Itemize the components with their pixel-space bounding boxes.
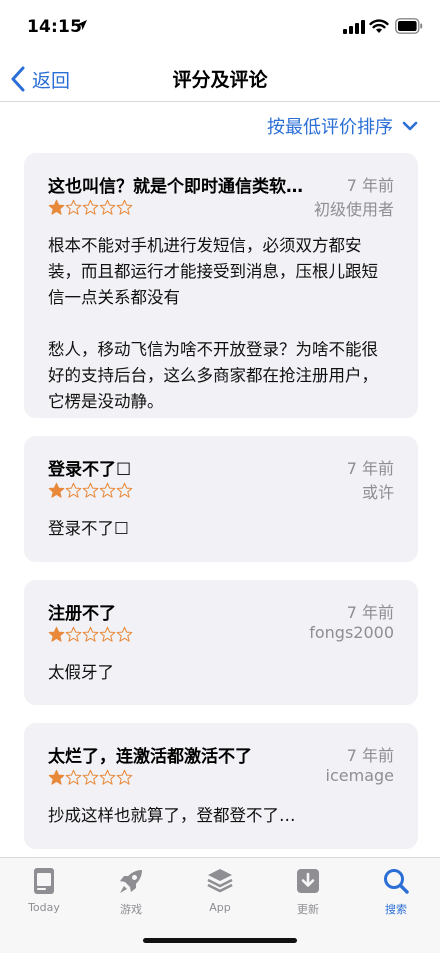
home-indicator[interactable] (143, 938, 297, 943)
star-empty-icon (65, 769, 82, 785)
review-date: 7 年前 (346, 603, 394, 622)
rocket-icon (120, 870, 142, 893)
review-title: 注册不了 (48, 604, 116, 624)
review-author: 初级使用者 (313, 200, 394, 219)
chevron-down-icon (402, 121, 418, 131)
sort-label: 按最低评价排序 (267, 117, 393, 138)
layers-icon (207, 869, 233, 893)
tab-apps[interactable]: App (188, 866, 252, 914)
today-icon (34, 868, 54, 894)
star-filled-icon (48, 626, 65, 642)
battery-icon (395, 18, 423, 34)
star-empty-icon (99, 769, 116, 785)
review-card[interactable]: 这也叫信？就是个即时通信类软… 7 年前 初级使用者 根本不能对手机进行发短信，… (24, 153, 418, 418)
star-rating (48, 199, 133, 216)
star-empty-icon (65, 482, 82, 498)
review-card[interactable]: 太烂了，连激活都激活不了 7 年前 icemage 抄成这样也就算了，登都登不了… (24, 723, 418, 849)
review-card[interactable]: 注册不了 7 年前 fongs2000 太假牙了 (24, 580, 418, 705)
review-author: 或许 (361, 483, 394, 502)
star-rating (48, 769, 133, 786)
sort-dropdown[interactable]: 按最低评价排序 (267, 113, 418, 139)
review-paragraph: 登录不了☐ (48, 519, 129, 538)
star-empty-icon (65, 626, 82, 642)
star-empty-icon (82, 769, 99, 785)
review-date: 7 年前 (346, 176, 394, 195)
search-icon (384, 869, 409, 894)
star-rating (48, 626, 133, 643)
star-empty-icon (65, 199, 82, 215)
star-empty-icon (82, 626, 99, 642)
star-empty-icon (99, 199, 116, 215)
status-time: 14:15 (27, 17, 83, 37)
review-title: 登录不了☐ (48, 460, 132, 480)
review-author: icemage (325, 766, 394, 785)
star-empty-icon (99, 626, 116, 642)
review-date: 7 年前 (346, 746, 394, 765)
review-body: 根本不能对手机进行发短信，必须双方都安装，而且都运行才能接受到消息，压根儿跟短信… (48, 233, 394, 415)
review-body: 太假牙了 (48, 660, 394, 686)
review-card[interactable]: 登录不了☐ 7 年前 或许 登录不了☐ (24, 436, 418, 562)
star-empty-icon (82, 482, 99, 498)
star-filled-icon (48, 769, 65, 785)
review-paragraph: 愁人，移动飞信为啥不开放登录？为啥不能很好的支持后台，这么多商家都在抢注册用户，… (48, 340, 378, 411)
tab-label: 游戏 (120, 903, 142, 916)
cellular-signal-icon (343, 20, 365, 34)
review-author: fongs2000 (309, 623, 394, 642)
star-empty-icon (116, 626, 133, 642)
review-paragraph: 太假牙了 (48, 663, 114, 682)
review-date: 7 年前 (346, 459, 394, 478)
review-body: 登录不了☐ (48, 516, 394, 542)
star-rating (48, 482, 133, 499)
review-body: 抄成这样也就算了，登都登不了… (48, 803, 394, 829)
page-title: 评分及评论 (172, 69, 268, 91)
tab-today[interactable]: Today (12, 866, 76, 914)
download-icon (297, 869, 319, 893)
location-arrow-icon (77, 20, 87, 30)
tab-updates[interactable]: 更新 (276, 866, 340, 917)
tab-games[interactable]: 游戏 (99, 866, 163, 917)
star-filled-icon (48, 482, 65, 498)
navigation-bar: 返回 评分及评论 (0, 52, 440, 102)
tab-label: App (209, 901, 231, 914)
review-title: 这也叫信？就是个即时通信类软… (48, 177, 303, 197)
review-paragraph: 抄成这样也就算了，登都登不了… (48, 806, 296, 825)
star-filled-icon (48, 199, 65, 215)
star-empty-icon (116, 769, 133, 785)
tab-label: 更新 (297, 903, 319, 916)
star-empty-icon (82, 199, 99, 215)
tab-label: Today (28, 901, 60, 914)
review-paragraph: 根本不能对手机进行发短信，必须双方都安装，而且都运行才能接受到消息，压根儿跟短信… (48, 236, 378, 307)
star-empty-icon (99, 482, 116, 498)
tab-label: 搜索 (385, 903, 407, 916)
review-title: 太烂了，连激活都激活不了 (48, 747, 252, 767)
wifi-icon (369, 19, 389, 33)
tab-search[interactable]: 搜索 (364, 866, 428, 917)
status-bar: 14:15 (0, 0, 440, 52)
star-empty-icon (116, 482, 133, 498)
star-empty-icon (116, 199, 133, 215)
